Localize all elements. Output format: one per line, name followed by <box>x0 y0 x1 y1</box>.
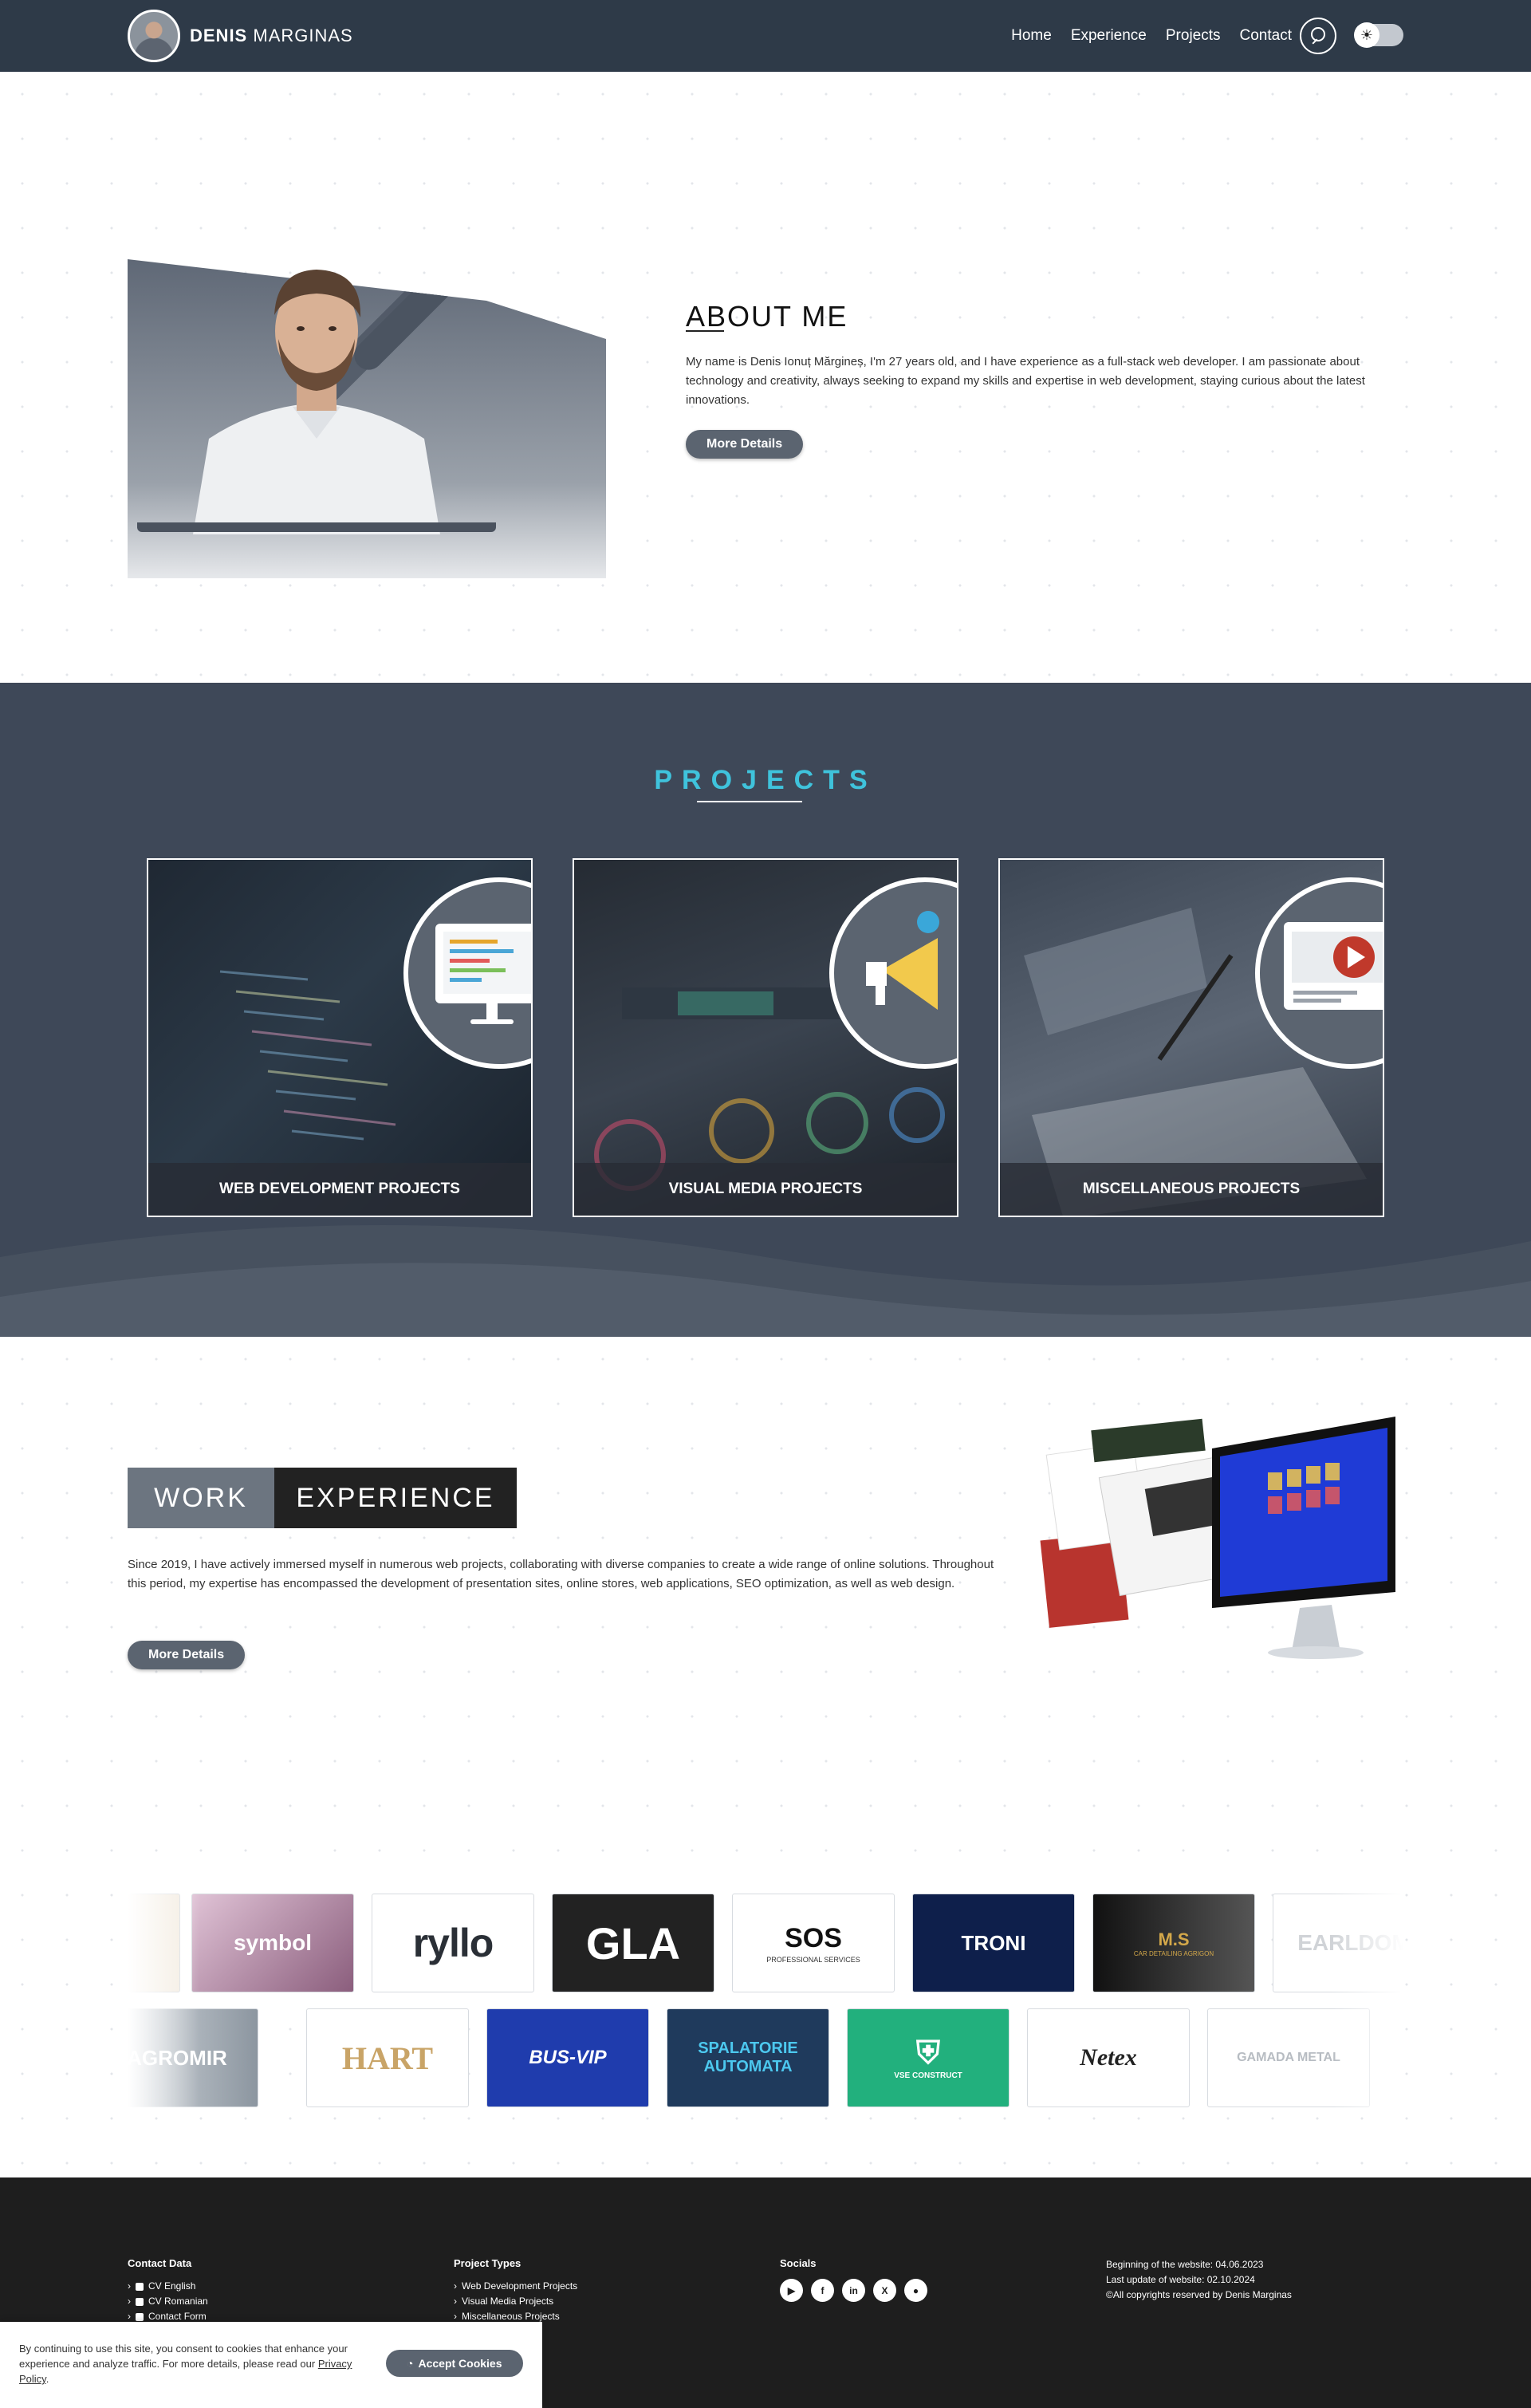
logo-netex[interactable]: Netex <box>1027 2008 1190 2107</box>
work-section: WORK EXPERIENCE Since 2019, I have activ… <box>0 1337 1531 2177</box>
footer-info-update: Last update of website: 02.10.2024 <box>1106 2274 1255 2285</box>
client-logos-row-2: AGROMIR HART BUS-VIP SPALATORIE AUTOMATA… <box>128 2008 1403 2107</box>
chevron-right-icon: › <box>128 2280 131 2292</box>
footer-heading: Contact Data <box>128 2257 192 2269</box>
title-underline <box>686 330 724 332</box>
footer-socials-column: Socials ▶ f in X ● <box>780 2257 927 2302</box>
logo-gla[interactable]: GLA <box>552 1894 714 1992</box>
logo-troni[interactable]: TRONI <box>912 1894 1075 1992</box>
about-details-button[interactable]: More Details <box>686 430 804 459</box>
footer-link-cv-english[interactable]: › CV English <box>128 2279 208 2294</box>
monitor-icon <box>403 877 531 1069</box>
work-badge-right: EXPERIENCE <box>274 1468 517 1528</box>
logo-ryllo[interactable]: ryllo <box>372 1894 534 1992</box>
projects-section: PROJECTS WEB DEVELOPMENT PROJECTS VISUAL… <box>0 683 1531 1337</box>
main-nav: Home Experience Projects Contact <box>1011 0 1292 72</box>
brand[interactable]: DENIS MARGINAS <box>128 10 353 62</box>
logo-bus-vip[interactable]: BUS-VIP <box>486 2008 649 2107</box>
linkedin-icon[interactable]: in <box>842 2279 865 2302</box>
x-icon[interactable]: X <box>873 2279 896 2302</box>
work-text: Since 2019, I have actively immersed mys… <box>128 1558 994 1590</box>
theme-toggle[interactable]: ☀ <box>1354 22 1403 48</box>
logo-sos[interactable]: SOS PROFESSIONAL SERVICES <box>732 1894 895 1992</box>
work-badge-left: WORK <box>128 1468 274 1528</box>
nav-projects[interactable]: Projects <box>1166 27 1221 45</box>
footer-contact-column: Contact Data › CV English › CV Romanian › C… <box>128 2257 208 2324</box>
footer-link-visual-media[interactable]: › Visual Media Projects <box>454 2294 577 2309</box>
card-label: MISCELLANEOUS PROJECTS <box>1000 1163 1383 1216</box>
github-icon[interactable]: ● <box>904 2279 927 2302</box>
logo-hart[interactable]: HART <box>306 2008 469 2107</box>
profile-photo <box>193 270 440 534</box>
sun-icon: ☀ <box>1354 22 1379 48</box>
section-wave <box>0 1225 1531 1337</box>
chevron-right-icon: › <box>128 2296 131 2307</box>
accept-cookies-button[interactable]: ◔ Accept Cookies <box>386 2350 523 2377</box>
document-icon <box>136 2282 144 2291</box>
footer-link-cv-romanian[interactable]: › CV Romanian <box>128 2294 208 2309</box>
nav-contact[interactable]: Contact <box>1240 27 1292 45</box>
youtube-icon[interactable]: ▶ <box>780 2279 803 2302</box>
site-header: DENIS MARGINAS Home Experience Projects … <box>0 0 1531 72</box>
nav-experience[interactable]: Experience <box>1071 27 1147 45</box>
footer-link-web-development[interactable]: › Web Development Projects <box>454 2279 577 2294</box>
photo-base <box>137 522 496 532</box>
footer-heading: Project Types <box>454 2257 521 2269</box>
chevron-right-icon: › <box>454 2280 457 2292</box>
card-miscellaneous[interactable]: MISCELLANEOUS PROJECTS <box>998 858 1384 1217</box>
about-text: My name is Denis Ionuț Mărgineș, I'm 27 … <box>686 355 1365 407</box>
logo-symbol[interactable]: symbol <box>191 1894 354 1992</box>
work-badge: WORK EXPERIENCE <box>128 1468 517 1528</box>
card-web-development[interactable]: WEB DEVELOPMENT PROJECTS <box>147 858 533 1217</box>
website-mockup-image <box>1040 1417 1395 1659</box>
logo-vse-construct[interactable]: ⛨ VSE CONSTRUCT <box>847 2008 1010 2107</box>
cookie-text: By continuing to use this site, you cons… <box>19 2343 352 2385</box>
about-section: ABOUT ME My name is Denis Ionuț Mărgineș… <box>0 72 1531 683</box>
work-details-button[interactable]: More Details <box>128 1641 246 1669</box>
footer-info-column: Beginning of the website: 04.06.2023 Las… <box>1106 2257 1292 2303</box>
video-player-icon <box>1255 877 1383 1069</box>
footer-projects-column: Project Types › Web Development Projects … <box>454 2257 577 2324</box>
card-visual-media[interactable]: VISUAL MEDIA PROJECTS <box>573 858 958 1217</box>
footer-copyright: ©All copyrights reserved by Denis Margin… <box>1106 2289 1292 2300</box>
cookie-icon: ◔ <box>407 2357 414 2370</box>
search-icon[interactable] <box>1300 18 1336 54</box>
brand-name: DENIS MARGINAS <box>190 26 353 45</box>
envelope-icon <box>136 2312 144 2321</box>
card-label: WEB DEVELOPMENT PROJECTS <box>148 1163 531 1216</box>
footer-heading: Socials <box>780 2257 817 2269</box>
card-label: VISUAL MEDIA PROJECTS <box>574 1163 957 1216</box>
logo-spalatorie-automata[interactable]: SPALATORIE AUTOMATA <box>667 2008 829 2107</box>
nav-home[interactable]: Home <box>1011 27 1052 45</box>
chevron-right-icon: › <box>454 2296 457 2307</box>
footer-info-start: Beginning of the website: 04.06.2023 <box>1106 2259 1264 2270</box>
cookie-banner: By continuing to use this site, you cons… <box>0 2322 542 2408</box>
avatar <box>128 10 180 62</box>
client-logos-row-1: symbol ryllo GLA SOS PROFESSIONAL SERVIC… <box>128 1894 1403 1992</box>
megaphone-icon <box>829 877 957 1069</box>
projects-underline <box>697 801 802 802</box>
document-icon <box>136 2297 144 2306</box>
about-title: ABOUT ME <box>686 300 848 333</box>
facebook-icon[interactable]: f <box>811 2279 834 2302</box>
projects-title: PROJECTS <box>654 765 877 795</box>
logo-ms[interactable]: M.S CAR DETAILING AGRIGON <box>1092 1894 1255 1992</box>
